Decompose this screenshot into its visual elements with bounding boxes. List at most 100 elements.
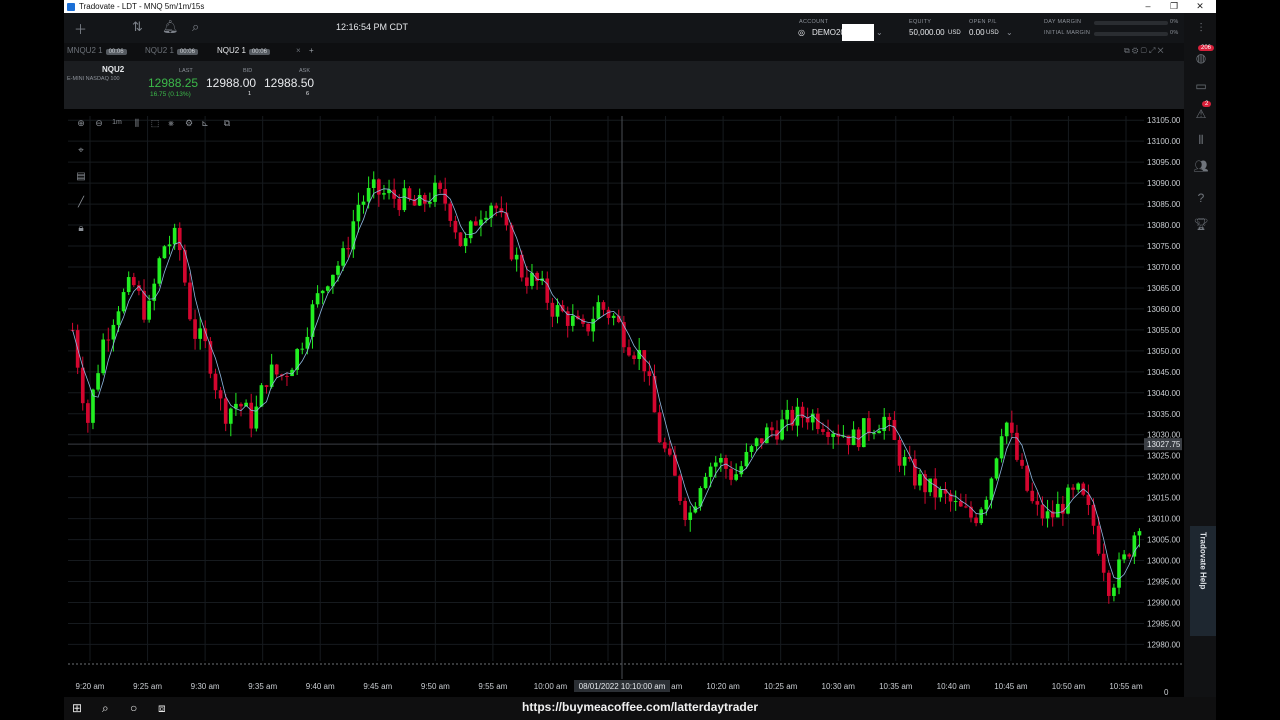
- price-chart[interactable]: 13105.00 13100.00 13095.00 13090.00 13085.00…: [64, 109, 1184, 697]
- quote-strip: NQU2 E-MINI NASDAQ 100 LAST 12988.25 16.…: [64, 61, 1184, 109]
- y-tick-label: 13070.00: [1147, 263, 1181, 272]
- globe-icon[interactable]: ◍: [1193, 51, 1209, 65]
- candle-type-icon[interactable]: ⫼: [130, 118, 144, 129]
- windows-start-icon[interactable]: ⊞: [72, 701, 82, 715]
- candle-body: [473, 221, 478, 226]
- candle-body: [902, 457, 907, 466]
- timeframe-button[interactable]: 1m: [110, 119, 124, 126]
- tradovate-logo-icon: [67, 2, 75, 11]
- trophy-icon[interactable]: 🏆︎: [1193, 217, 1209, 231]
- candle-body: [719, 457, 723, 463]
- select-region-icon[interactable]: ⬚: [148, 118, 162, 129]
- candle-body: [867, 418, 871, 434]
- candle-body: [1040, 504, 1045, 519]
- zoom-out-icon[interactable]: ⊖: [92, 118, 106, 129]
- tradovate-help-tab[interactable]: Tradovate Help: [1190, 526, 1216, 636]
- candle-body: [678, 475, 682, 501]
- community-icon[interactable]: 👥︎: [1193, 159, 1209, 173]
- candle-body: [1035, 501, 1040, 505]
- candle-body: [744, 451, 749, 467]
- bell-icon[interactable]: 🔔︎: [162, 19, 179, 35]
- bars-icon[interactable]: ⦀: [1193, 133, 1209, 148]
- task-view-icon[interactable]: ⧈: [158, 701, 166, 716]
- panel-controls-icon[interactable]: ⧉ ⚙ ▢ ⤢ ✕: [1124, 46, 1164, 56]
- candle-body: [1076, 483, 1081, 490]
- app-main: ＋ ⇅ 🔔︎ ⌕ 12:16:54 PM CDT ACCOUNT ◎ DEMO2…: [64, 13, 1216, 697]
- candle-body: [591, 318, 596, 332]
- candle-body: [785, 409, 790, 420]
- candle-body: [458, 232, 463, 247]
- x-tick-label: 10:50 am: [1052, 682, 1086, 691]
- y-tick-label: 12980.00: [1147, 640, 1181, 649]
- candle-body: [606, 309, 611, 318]
- studies-icon[interactable]: ⊾: [198, 118, 212, 129]
- close-tab-icon[interactable]: ×: [296, 46, 301, 55]
- chevron-down-icon[interactable]: ⌄: [876, 28, 883, 37]
- price-marker-label: 13027.75: [1147, 440, 1181, 449]
- y-tick-label: 13005.00: [1147, 536, 1181, 545]
- tab-nqu2-2[interactable]: NQU2 1 00:06: [217, 46, 270, 55]
- y-tick-label: 13100.00: [1147, 137, 1181, 146]
- day-margin-bar: [1094, 21, 1168, 25]
- ask-price[interactable]: 12988.50: [264, 76, 314, 90]
- crosshair-icon[interactable]: ⌖: [74, 145, 88, 156]
- alert-icon[interactable]: ⚠: [1193, 107, 1209, 121]
- initial-margin-value: 0%: [1170, 30, 1179, 36]
- candle-body: [162, 246, 167, 259]
- candle-body: [611, 315, 616, 318]
- lock-icon[interactable]: 🔒︎: [74, 223, 88, 234]
- candle-body: [999, 436, 1004, 459]
- line-tool-icon[interactable]: ╱: [74, 197, 88, 208]
- candle-body: [111, 324, 116, 340]
- search-icon[interactable]: ⌕: [192, 19, 199, 35]
- x-tick-label: 10:00 am: [534, 682, 568, 691]
- account-selector[interactable]: DEMO20: [812, 28, 845, 37]
- tab-nqu2-1[interactable]: NQU2 1 00:06: [145, 46, 198, 55]
- notes-icon[interactable]: ▤: [74, 171, 88, 182]
- ask-label: ASK: [299, 68, 311, 74]
- sliders-icon[interactable]: ⫶: [1193, 21, 1209, 36]
- copy-icon[interactable]: ⧉: [220, 118, 234, 129]
- candle-body: [627, 347, 631, 356]
- y-tick-label: 12985.00: [1147, 619, 1181, 628]
- bid-price[interactable]: 12988.00: [206, 76, 256, 90]
- open-pl-unit: USD: [986, 30, 999, 36]
- last-price: 12988.25: [148, 76, 199, 90]
- taskbar-search-icon[interactable]: ⌕: [102, 701, 109, 716]
- candle-body: [984, 499, 989, 510]
- window-titlebar: Tradovate - LDT - MNQ 5m/1m/15s – ❐ ✕: [64, 0, 1216, 13]
- cortana-icon[interactable]: ○: [130, 701, 137, 715]
- candle-body: [749, 446, 754, 452]
- transfer-icon[interactable]: ⇅: [132, 19, 143, 35]
- chevron-down-icon[interactable]: ⌄: [1006, 28, 1013, 37]
- quote-symbol[interactable]: NQU2: [102, 65, 124, 74]
- tab-mnqu2[interactable]: MNQU2 1 00:06: [67, 46, 127, 55]
- candle-body: [759, 438, 764, 444]
- candle-body: [371, 179, 376, 188]
- candle-body: [555, 305, 560, 317]
- add-icon[interactable]: ＋: [74, 19, 87, 38]
- candle-body: [821, 429, 825, 432]
- close-button[interactable]: ✕: [1186, 0, 1214, 13]
- help-icon[interactable]: ?: [1193, 191, 1209, 205]
- candle-body: [285, 376, 289, 378]
- chat-icon[interactable]: ▭: [1193, 79, 1209, 93]
- chart-panel[interactable]: 13105.00 13100.00 13095.00 13090.00 13085.00…: [64, 109, 1184, 697]
- overlay-url: https://buymeacoffee.com/latterdaytrader: [522, 700, 759, 714]
- open-pl-label: OPEN P/L: [969, 19, 997, 25]
- zoom-in-icon[interactable]: ⊕: [74, 118, 88, 129]
- minimize-button[interactable]: –: [1134, 0, 1162, 13]
- candle-body: [213, 373, 218, 391]
- bid-size: 1: [248, 91, 252, 97]
- maximize-button[interactable]: ❐: [1160, 0, 1188, 13]
- x-tick-label: 9:50 am: [421, 682, 450, 691]
- candle-body: [657, 412, 662, 443]
- day-margin-value: 0%: [1170, 19, 1179, 25]
- add-tab-icon[interactable]: +: [309, 46, 314, 55]
- candle-body: [795, 406, 800, 426]
- candle-body: [228, 408, 233, 424]
- account-label: ACCOUNT: [799, 19, 829, 25]
- indicators-icon[interactable]: ⨳: [164, 118, 178, 129]
- candle-body: [989, 478, 994, 500]
- settings-icon[interactable]: ⚙: [182, 118, 196, 129]
